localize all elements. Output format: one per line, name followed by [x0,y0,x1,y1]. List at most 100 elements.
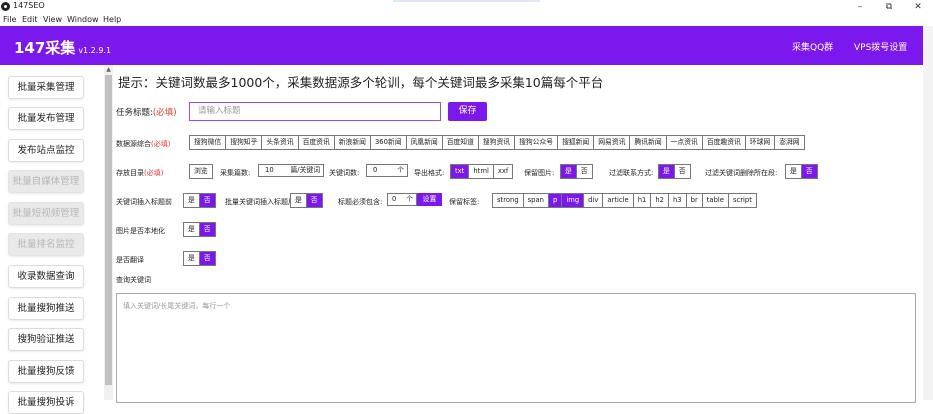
menu-window[interactable]: Window [67,15,99,24]
sidebar-item-short-video: 批量短视频管理 [8,202,84,225]
menu-file[interactable]: File [3,15,16,24]
source-option[interactable]: 360新闻 [371,136,407,149]
image-localize-toggle: 是 否 [183,222,216,237]
source-option[interactable]: 新浪新闻 [335,136,371,149]
source-option[interactable]: 搜狗公众号 [515,136,559,149]
filter-keyword-no[interactable]: 否 [801,165,817,178]
source-option[interactable]: 凤凰新闻 [407,136,443,149]
tag-h2[interactable]: h2 [651,194,669,207]
title-must-contain-input[interactable]: 0个 [387,193,417,206]
insert-after-no[interactable]: 否 [306,194,322,207]
source-option[interactable]: 腾讯新闻 [630,136,667,149]
format-xxf[interactable]: xxf [494,165,512,178]
sidebar-item-sogou-feedback[interactable]: 批量搜狗反馈 [8,360,84,383]
export-format-group: txt html xxf [450,164,514,179]
tag-br[interactable]: br [687,194,703,207]
format-html[interactable]: html [469,165,494,178]
menu-edit[interactable]: Edit [22,15,38,24]
filter-keyword-yes[interactable]: 是 [786,165,802,178]
source-option[interactable]: 头条资讯 [262,136,299,149]
source-option[interactable]: 搜狗知乎 [226,136,263,149]
tag-strong[interactable]: strong [493,194,524,207]
minimize-button[interactable]: – [850,0,870,14]
filter-contact-no[interactable]: 否 [675,165,690,178]
app-version: v1.2.9.1 [78,46,112,55]
source-option[interactable]: 搜狗微信 [190,136,227,149]
data-source-label: 数据源综合(必填) [116,140,171,148]
source-option[interactable]: 搜狗资讯 [479,136,516,149]
format-txt[interactable]: txt [451,165,470,178]
sidebar-scrollbar[interactable]: ▲ [104,65,113,400]
keyword-count-label: 关键词数: [329,169,360,177]
titlebar-accent [393,0,540,2]
sidebar-item-index-query[interactable]: 收录数据查询 [8,265,84,288]
main-panel: 提示：关键词数最多1000个，采集数据源多个轮训，每个关键词最多采集10篇每个平… [113,65,923,403]
save-dir-label: 存放目录(必填) [116,169,164,177]
sidebar-item-sogou-complaint[interactable]: 批量搜狗投诉 [8,391,84,414]
filter-keyword-label: 过滤关键词删除所在段: [705,169,778,177]
vps-dial-settings-link[interactable]: VPS拨号设置 [854,40,907,53]
task-title-input[interactable]: 请输入标题 [189,102,441,121]
source-option[interactable]: 搜狐新闻 [558,136,595,149]
filter-contact-yes[interactable]: 是 [659,165,675,178]
source-option[interactable]: 百度趣资讯 [703,136,746,149]
tag-img[interactable]: img [562,194,585,207]
tag-table[interactable]: table [703,194,729,207]
source-option[interactable]: 百度知道 [443,136,479,149]
source-option[interactable]: 环球网 [746,136,776,149]
title-must-contain-label: 标题必须包含: [338,198,383,206]
keep-image-yes[interactable]: 是 [561,165,577,178]
scroll-up-icon[interactable]: ▲ [104,65,113,74]
insert-after-yes[interactable]: 是 [291,194,307,207]
tag-div[interactable]: div [584,194,604,207]
translate-no[interactable]: 否 [199,252,215,265]
sidebar-item-site-monitor[interactable]: 发布站点监控 [8,139,84,162]
insert-before-no[interactable]: 否 [199,194,215,207]
insert-after-title-toggle: 是 否 [290,193,323,208]
save-button[interactable]: 保存 [448,102,487,121]
qq-group-link[interactable]: 采集QQ群 [792,40,833,53]
source-option[interactable]: 网易资讯 [594,136,631,149]
keyword-textarea[interactable]: 填入关键词/长尾关键词，每行一个 [116,293,916,403]
insert-before-yes[interactable]: 是 [184,194,200,207]
collect-count-input[interactable]: 10 篇/关键词 [258,164,324,177]
scroll-thumb[interactable] [105,75,112,385]
collect-count-label: 采集篇数: [220,169,251,177]
insert-after-title-label: 批量关键词插入标题后: [225,198,298,206]
tag-p[interactable]: p [548,194,563,207]
export-format-label: 导出格式: [414,169,445,177]
filter-contact-toggle: 是 否 [658,164,691,179]
set-button[interactable]: 设置 [417,193,442,206]
keep-tags-group: strong span p img div article h1 h2 h3 b… [492,193,757,208]
source-option[interactable]: 一点资讯 [667,136,703,149]
keep-image-no[interactable]: 否 [577,165,592,178]
localize-yes[interactable]: 是 [184,223,200,236]
translate-label: 是否翻译 [116,256,144,264]
keep-image-label: 保留图片: [524,169,555,177]
sidebar-item-batch-collect[interactable]: 批量采集管理 [8,76,84,99]
source-option[interactable]: 澎湃网 [775,136,803,149]
maximize-button[interactable]: ⧉ [879,0,899,14]
tag-span[interactable]: span [524,194,549,207]
source-option[interactable]: 百度资讯 [299,136,335,149]
insert-before-title-label: 关键词插入标题前 [116,198,172,206]
translate-yes[interactable]: 是 [184,252,200,265]
keyword-count-input[interactable]: 0个 [366,164,408,177]
tag-h3[interactable]: h3 [669,194,687,207]
sidebar-item-sogou-push[interactable]: 批量搜狗推送 [8,297,84,320]
sidebar-item-sogou-verify-push[interactable]: 搜狗验证推送 [8,328,84,351]
browse-button-wrap: 浏览 [189,164,213,179]
app-logo: 147采集 v1.2.9.1 [14,39,112,57]
page-scrollbar[interactable] [923,26,933,400]
menu-view[interactable]: View [43,15,62,24]
sidebar-item-batch-publish[interactable]: 批量发布管理 [8,107,84,130]
tag-script[interactable]: script [729,194,756,207]
tag-article[interactable]: article [603,194,634,207]
tag-h1[interactable]: h1 [634,194,652,207]
filter-keyword-toggle: 是 否 [785,164,818,179]
menu-help[interactable]: Help [103,15,121,24]
localize-no[interactable]: 否 [199,223,215,236]
browse-button[interactable]: 浏览 [190,165,212,178]
close-button[interactable]: ✕ [908,0,928,14]
query-keyword-label: 查询关键词 [116,276,151,284]
